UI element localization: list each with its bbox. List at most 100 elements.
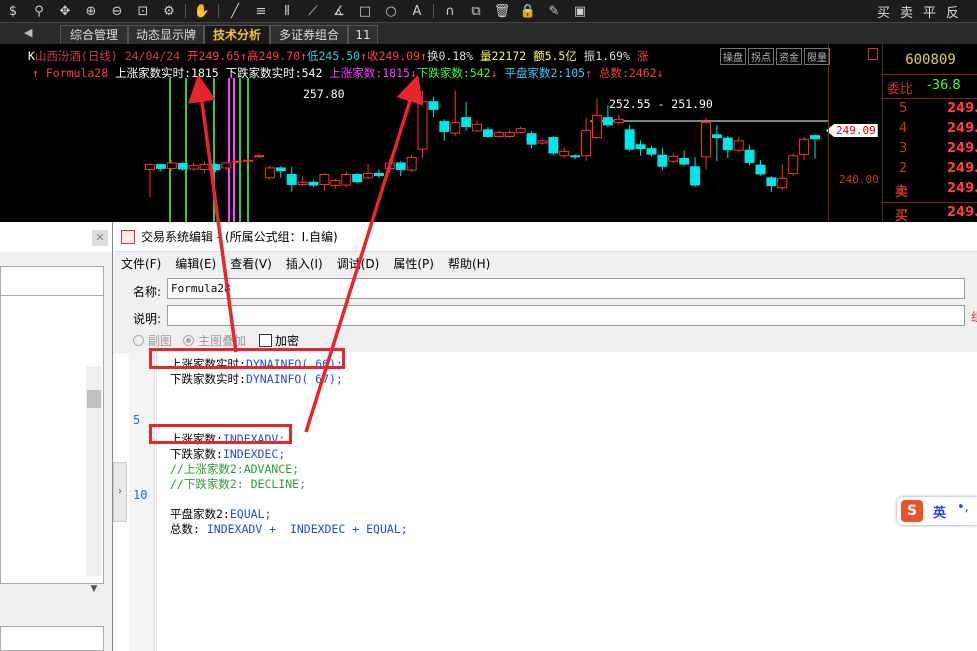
code-function: INDEXADV + INDEXDEC + EQUAL; [206,522,408,536]
scrollbar[interactable] [86,366,102,576]
crosshair-icon[interactable]: ✥ [52,4,78,19]
divider [218,4,219,18]
overflow-glyph: 组 [971,308,977,325]
radio-main-label: 主图叠加 [198,334,247,348]
candle-body [679,158,690,165]
fan-icon[interactable]: ⟋ [300,4,326,19]
text-icon[interactable]: A [404,4,430,19]
ime-punctuation-icon: •, [957,500,969,515]
ask-level-label: 3 [899,141,908,156]
code-label: //下跌家数2: DECLINE; [170,477,307,491]
tab-technical-analysis[interactable]: 技术分析 [204,25,270,44]
reverse-button[interactable]: 反 [946,2,959,21]
menu-file[interactable]: 文件(F) [121,255,161,272]
ask-row-5[interactable]: 5 249. [883,101,977,121]
buy-button[interactable]: 买 [877,2,890,21]
candle-body [145,164,155,171]
radio-main-overlay[interactable]: 主图叠加 [183,332,246,349]
copy-icon[interactable]: ⧉ [463,4,489,19]
name-field[interactable] [167,278,965,299]
candle-body [286,174,297,185]
axis-price-label: 240.00 [839,173,879,186]
ask-level-label: 2 [899,161,908,176]
candle-body [330,180,341,187]
vlines-icon[interactable]: ⦀ [274,4,300,19]
stock-code: 600809 [905,52,956,68]
editor-title-text: 交易系统编辑 - (所属公式组：I.自编) [141,230,338,244]
fit-icon[interactable]: ⊡ [130,4,156,19]
line-tool-icon[interactable]: ╱ [222,4,248,19]
background-input[interactable] [0,626,104,651]
code-label: 平盘家数2: [170,507,230,521]
tab-dynamic-board[interactable]: 动态显示牌 [128,25,204,44]
candle-body [537,140,548,144]
encrypt-checkbox[interactable]: 加密 [259,332,299,349]
ime-indicator[interactable]: S 英 •, [897,497,977,525]
filter-icon[interactable]: ⚲ [26,4,52,19]
menu-properties[interactable]: 属性(P) [393,255,434,272]
hline-icon[interactable]: ≡ [248,4,274,19]
dollar-icon[interactable]: $ [0,4,26,19]
zoom-out-icon[interactable]: ⊖ [104,4,130,19]
candle-body [450,122,461,134]
angle-icon[interactable]: ∡ [326,4,352,19]
quote-panel: 600809 委比 -36.8 5 249. 4 249. 3 249. 2 249. … [882,44,977,224]
candle-body [406,156,417,171]
menu-edit[interactable]: 编辑(E) [175,255,216,272]
candle-body [221,162,232,169]
candle-body [275,167,286,172]
panel-collapse-handle[interactable]: › [113,462,127,522]
candle-body [363,172,374,179]
hand-icon[interactable]: ✋ [189,4,215,19]
radio-sub-chart[interactable]: 副图 [133,332,172,349]
background-list-header [0,266,104,296]
high-label: 257.80 [303,87,345,101]
candle-body [472,123,483,132]
code-editor[interactable]: 5 10 上涨家数实时:DYNAINFO( 66); 下跌家数实时:DYNAINF… [129,352,977,651]
candle-body [766,177,777,187]
magnet-icon[interactable]: ∩ [437,4,463,19]
code-label: 下跌家数: [170,447,223,461]
candle-body [591,114,602,139]
scroll-down-icon[interactable]: ▼ [86,584,102,600]
tab-scroll-left-icon[interactable]: ◀ [24,26,32,39]
menu-help[interactable]: 帮助(H) [448,255,490,272]
pen-icon[interactable]: ✎ [541,4,567,19]
candle-body [417,101,428,150]
candle-body [700,122,711,158]
zoom-in-icon[interactable]: ⊕ [78,4,104,19]
ask-row-1[interactable]: 卖 249. [883,181,977,201]
menu-debug[interactable]: 调试(D) [337,255,380,272]
delete-icon[interactable]: 🗑 [489,4,515,19]
sogou-icon: S [901,500,923,522]
ask-level-label: 4 [899,121,908,136]
circle-icon[interactable]: ○ [378,4,404,19]
candle-body [810,135,820,140]
divider [185,4,186,18]
close-icon[interactable]: ✕ [92,230,108,246]
lock-icon[interactable]: 🔒 [515,4,541,19]
code-line: 下跌家数:INDEXDEC; [170,446,285,462]
candle-body [352,174,363,183]
ask-row-3[interactable]: 3 249. [883,141,977,161]
close-position-button[interactable]: 平 [923,2,936,21]
candle-body [733,140,744,151]
tab-comprehensive[interactable]: 综合管理 [60,25,128,44]
candlestick-chart[interactable]: K山西汾酒(日线) 24/04/24 开249.65↑高249.70↑低245.… [0,44,880,222]
tab-multi-security[interactable]: 多证券组合 [270,25,348,44]
gear-icon[interactable]: ⚙ [156,4,182,19]
candle-body [461,117,472,128]
save-icon[interactable]: ▣ [567,4,593,19]
description-field[interactable] [167,305,965,326]
ask-row-2[interactable]: 2 249. [883,161,977,181]
menu-view[interactable]: 查看(V) [230,255,272,272]
candle-body [581,129,592,157]
tab-11[interactable]: 11 [348,25,378,44]
sell-button[interactable]: 卖 [900,2,913,21]
rect-icon[interactable]: □ [352,4,378,19]
scrollbar-thumb[interactable] [87,390,101,408]
menu-insert[interactable]: 插入(I) [286,255,323,272]
candle-body [777,177,788,189]
candle-body [711,134,722,139]
ask-row-4[interactable]: 4 249. [883,121,977,141]
